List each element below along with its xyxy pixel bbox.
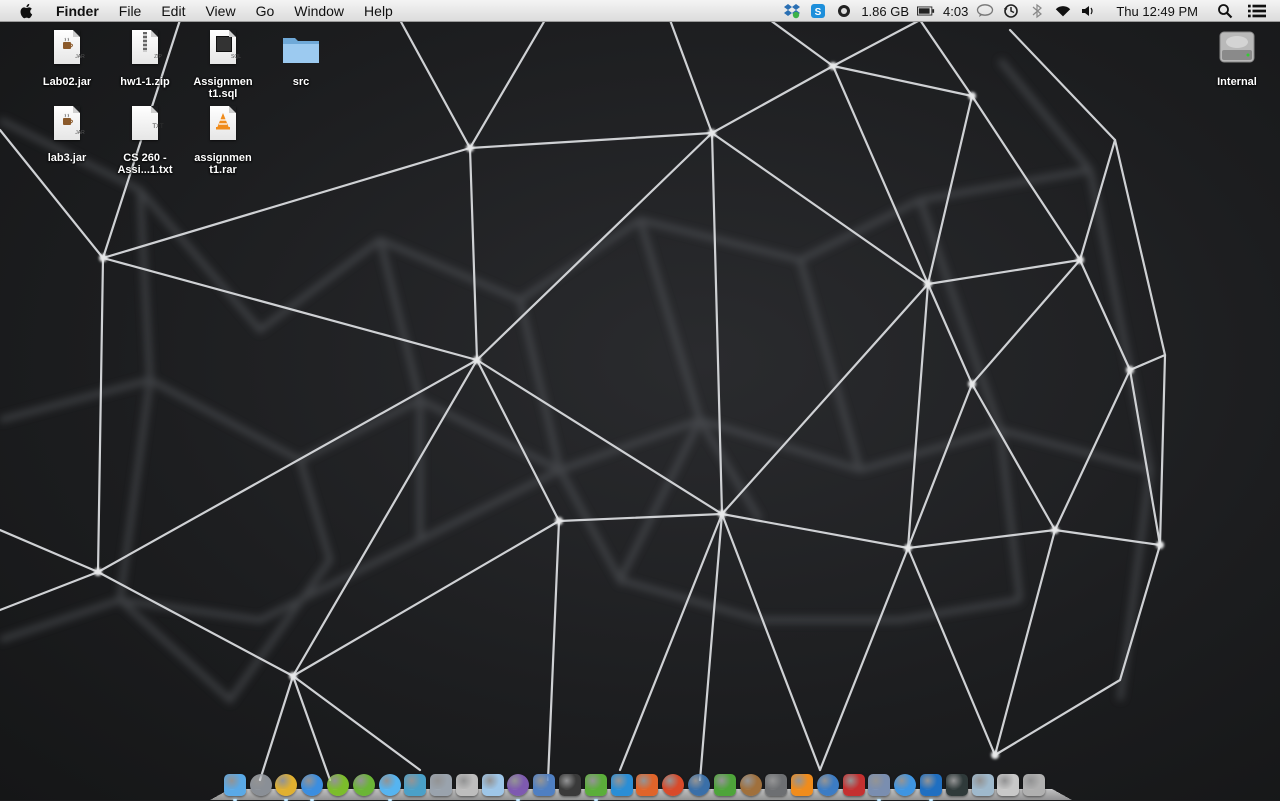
menu-help[interactable]: Help	[354, 0, 403, 22]
menu-view[interactable]: View	[195, 0, 245, 22]
menu-file[interactable]: File	[109, 0, 152, 22]
desktop-file-label: hw1-1.zip	[120, 76, 170, 88]
dock-messages-icon[interactable]	[378, 774, 401, 801]
menu-edit[interactable]: Edit	[151, 0, 195, 22]
dock-utorrent-icon[interactable]	[352, 774, 375, 796]
menu-app-name[interactable]: Finder	[46, 0, 109, 22]
dropbox-icon[interactable]	[783, 3, 801, 19]
desktop-file-hw1-zip[interactable]: ZIP hw1-1.zip	[107, 30, 183, 88]
dock-pot-app-icon[interactable]	[739, 774, 762, 796]
dock-items	[222, 766, 1047, 801]
menu-window[interactable]: Window	[284, 0, 354, 22]
desktop-file-label: Lab02.jar	[42, 76, 92, 88]
dock-launchpad-icon[interactable]	[249, 774, 272, 796]
desktop-file-cs260-txt[interactable]: TXT CS 260 - Assi...1.txt	[107, 106, 183, 176]
dock-photo-booth-icon[interactable]	[842, 774, 865, 796]
vlc-rar-file-icon	[205, 106, 241, 146]
jar-file-icon: JAR	[49, 30, 85, 70]
desktop-file-label: src	[292, 76, 310, 88]
dock-eclipse-icon[interactable]	[507, 774, 530, 801]
dock-vlc-icon[interactable]	[791, 774, 814, 796]
dock-activity-monitor-icon[interactable]	[945, 774, 968, 796]
spotlight-icon[interactable]	[1216, 3, 1234, 19]
memory-readout: 1.86 GB	[861, 3, 910, 19]
dock	[210, 766, 1072, 801]
desktop-file-lab3-jar[interactable]: JAR lab3.jar	[29, 106, 105, 164]
messages-icon[interactable]	[976, 3, 994, 19]
dock-virtualbox-icon[interactable]	[481, 774, 504, 796]
folder-icon	[283, 30, 319, 70]
battery-time: 4:03	[943, 3, 969, 19]
dock-spotify-icon[interactable]	[327, 774, 350, 796]
notification-center-icon[interactable]	[1248, 3, 1266, 19]
desktop[interactable]: Finder File Edit View Go Window Help S 1…	[0, 0, 1280, 801]
skype-icon[interactable]: S	[809, 3, 827, 19]
desktop-file-label: assignmen t1.rar	[194, 152, 252, 176]
apple-menu-icon[interactable]	[18, 2, 36, 20]
dock-battery-app-icon[interactable]	[713, 774, 736, 796]
dock-powerpoint-icon[interactable]	[636, 774, 659, 796]
zip-file-icon: ZIP	[127, 30, 163, 70]
dock-finder-icon[interactable]	[223, 774, 246, 801]
dock-preview-icon[interactable]	[868, 774, 891, 801]
menu-go[interactable]: Go	[246, 0, 285, 22]
bluetooth-icon[interactable]	[1028, 3, 1046, 19]
memory-gauge-icon[interactable]	[835, 3, 853, 19]
dock-x11-icon[interactable]	[687, 774, 710, 796]
dock-migration-icon[interactable]	[404, 774, 427, 796]
desktop-file-lab02-jar[interactable]: JAR Lab02.jar	[29, 30, 105, 88]
menu-clock[interactable]: Thu 12:49 PM	[1116, 4, 1198, 19]
svg-text:S: S	[815, 7, 822, 18]
txt-file-icon: TXT	[127, 106, 164, 146]
time-machine-icon[interactable]	[1002, 3, 1020, 19]
dock-itunes-icon[interactable]	[301, 774, 324, 801]
desktop-file-label: CS 260 - Assi...1.txt	[117, 152, 173, 176]
menu-bar: Finder File Edit View Go Window Help S 1…	[0, 0, 1280, 22]
desktop-folder-src[interactable]: src	[263, 30, 339, 88]
dock-app-store-icon[interactable]	[894, 774, 917, 796]
dock-teamviewer-icon[interactable]	[919, 774, 942, 801]
desktop-file-label: Assignmen t1.sql	[193, 76, 253, 100]
hard-drive-icon	[1219, 30, 1255, 70]
battery-icon[interactable]	[917, 3, 935, 19]
sql-file-icon: SQL	[205, 30, 241, 70]
dock-downloads-icon[interactable]	[971, 774, 994, 796]
jar-file-icon: JAR	[49, 106, 85, 146]
dock-word-icon[interactable]	[610, 774, 633, 796]
desktop-file-label: lab3.jar	[47, 152, 87, 164]
desktop-file-label: Internal	[1217, 76, 1257, 88]
desktop-drive-internal[interactable]: Internal	[1199, 30, 1275, 88]
wifi-icon[interactable]	[1054, 3, 1072, 19]
dock-quicktime-icon[interactable]	[816, 774, 839, 796]
dock-tools-icon[interactable]	[430, 774, 453, 796]
dock-imovie-icon[interactable]	[765, 774, 788, 796]
desktop-file-assignment1-sql[interactable]: SQL Assignmen t1.sql	[185, 30, 261, 100]
dock-documents-icon[interactable]	[997, 774, 1020, 796]
dock-terminal-icon[interactable]	[559, 774, 582, 796]
dock-chrome-icon[interactable]	[275, 774, 298, 801]
volume-icon[interactable]	[1080, 3, 1098, 19]
dock-sync-icon[interactable]	[662, 774, 685, 796]
desktop-file-assignment1-rar[interactable]: assignmen t1.rar	[185, 106, 261, 176]
dock-trash-icon[interactable]	[1023, 774, 1046, 796]
dock-vlc-preview-icon[interactable]	[455, 774, 478, 796]
dock-evernote-icon[interactable]	[584, 774, 607, 801]
dock-xcode-icon[interactable]	[533, 774, 556, 796]
